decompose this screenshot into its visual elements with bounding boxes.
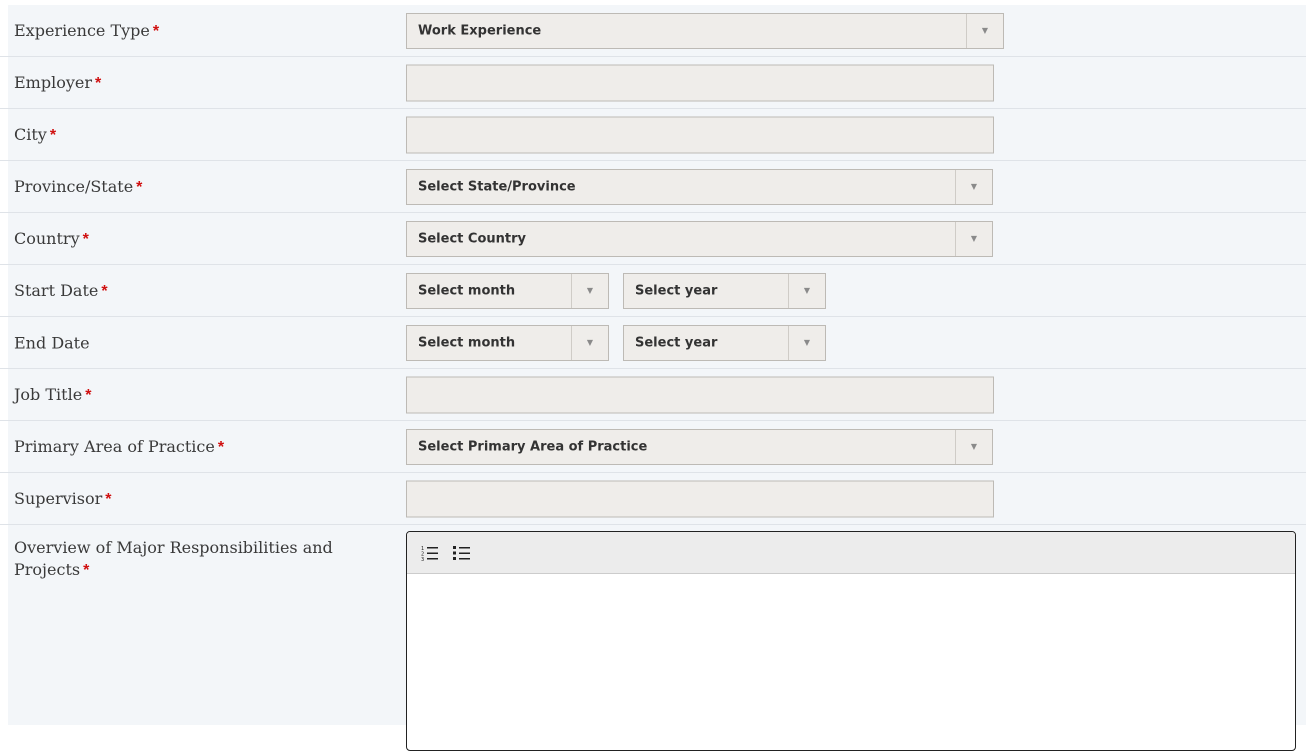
row-overview: Overview of Major Responsibilities and P… bbox=[0, 525, 1306, 751]
row-end-date: End Date Select month ▼ Select year ▼ bbox=[0, 317, 1306, 369]
required-marker: * bbox=[105, 490, 112, 508]
svg-text:3: 3 bbox=[421, 557, 424, 561]
experience-type-label: Experience Type * bbox=[14, 20, 160, 40]
required-marker: * bbox=[152, 22, 160, 40]
row-employer: Employer * bbox=[0, 57, 1306, 109]
unordered-list-icon[interactable] bbox=[451, 542, 473, 564]
end-date-label: End Date bbox=[14, 333, 90, 352]
required-marker: * bbox=[217, 438, 225, 456]
chevron-down-icon[interactable]: ▼ bbox=[788, 325, 825, 360]
province-state-label: Province/State * bbox=[14, 176, 143, 196]
start-date-field: Select month ▼ Select year ▼ bbox=[406, 272, 826, 309]
supervisor-field bbox=[406, 480, 994, 517]
end-month-select[interactable]: Select month ▼ bbox=[406, 324, 609, 361]
primary-area-select[interactable]: Select Primary Area of Practice ▼ bbox=[406, 428, 993, 465]
city-field bbox=[406, 116, 994, 153]
row-country: Country * Select Country ▼ bbox=[0, 213, 1306, 265]
overview-label: Overview of Major Responsibilities and P… bbox=[14, 538, 333, 579]
country-field: Select Country ▼ bbox=[406, 220, 993, 257]
employer-input[interactable] bbox=[406, 64, 994, 101]
row-start-date: Start Date * Select month ▼ Select year ▼ bbox=[0, 265, 1306, 317]
required-marker: * bbox=[49, 126, 57, 144]
row-province-state: Province/State * Select State/Province ▼ bbox=[0, 161, 1306, 213]
ordered-list-icon[interactable]: 1 2 3 bbox=[419, 542, 441, 564]
chevron-down-icon[interactable]: ▼ bbox=[571, 325, 608, 360]
employer-field bbox=[406, 64, 994, 101]
chevron-down-icon[interactable]: ▼ bbox=[955, 429, 992, 464]
experience-type-field: Work Experience ▼ bbox=[406, 12, 1004, 49]
province-state-select[interactable]: Select State/Province ▼ bbox=[406, 168, 993, 205]
country-value: Select Country bbox=[418, 231, 526, 246]
required-marker: * bbox=[85, 386, 92, 404]
chevron-down-icon[interactable]: ▼ bbox=[955, 169, 992, 204]
start-date-label: Start Date * bbox=[14, 280, 108, 300]
province-state-field: Select State/Province ▼ bbox=[406, 168, 993, 205]
chevron-down-icon[interactable]: ▼ bbox=[788, 273, 825, 308]
city-input[interactable] bbox=[406, 116, 994, 153]
experience-type-value: Work Experience bbox=[418, 23, 542, 38]
supervisor-label: Supervisor * bbox=[14, 488, 112, 508]
row-city: City * bbox=[0, 109, 1306, 161]
city-label: City * bbox=[14, 124, 57, 144]
start-year-select[interactable]: Select year ▼ bbox=[623, 272, 826, 309]
job-title-input[interactable] bbox=[406, 376, 994, 413]
experience-type-select[interactable]: Work Experience ▼ bbox=[406, 12, 1004, 49]
province-state-value: Select State/Province bbox=[418, 179, 576, 194]
end-month-value: Select month bbox=[418, 335, 516, 350]
editor-toolbar: 1 2 3 bbox=[407, 532, 1295, 574]
required-marker: * bbox=[101, 282, 108, 300]
job-title-field bbox=[406, 376, 994, 413]
row-experience-type: Experience Type * Work Experience ▼ bbox=[0, 5, 1306, 57]
overview-editor: 1 2 3 bbox=[406, 531, 1296, 751]
chevron-down-icon[interactable]: ▼ bbox=[966, 13, 1003, 48]
row-supervisor: Supervisor * bbox=[0, 473, 1306, 525]
country-label: Country * bbox=[14, 228, 89, 248]
start-year-value: Select year bbox=[635, 283, 718, 298]
start-month-select[interactable]: Select month ▼ bbox=[406, 272, 609, 309]
end-year-select[interactable]: Select year ▼ bbox=[623, 324, 826, 361]
job-title-label: Job Title * bbox=[14, 384, 92, 404]
end-year-value: Select year bbox=[635, 335, 718, 350]
required-marker: * bbox=[136, 178, 143, 196]
experience-form: Experience Type * Work Experience ▼ Emplo… bbox=[0, 5, 1306, 751]
row-job-title: Job Title * bbox=[0, 369, 1306, 421]
primary-area-label: Primary Area of Practice * bbox=[14, 436, 225, 456]
chevron-down-icon[interactable]: ▼ bbox=[571, 273, 608, 308]
required-marker: * bbox=[83, 562, 90, 579]
chevron-down-icon[interactable]: ▼ bbox=[955, 221, 992, 256]
required-marker: * bbox=[95, 74, 102, 92]
employer-label: Employer * bbox=[14, 72, 102, 92]
overview-textarea[interactable] bbox=[407, 574, 1295, 750]
required-marker: * bbox=[82, 230, 89, 248]
primary-area-field: Select Primary Area of Practice ▼ bbox=[406, 428, 993, 465]
row-primary-area: Primary Area of Practice * Select Primary… bbox=[0, 421, 1306, 473]
primary-area-value: Select Primary Area of Practice bbox=[418, 439, 648, 454]
end-date-field: Select month ▼ Select year ▼ bbox=[406, 324, 826, 361]
supervisor-input[interactable] bbox=[406, 480, 994, 517]
country-select[interactable]: Select Country ▼ bbox=[406, 220, 993, 257]
start-month-value: Select month bbox=[418, 283, 516, 298]
